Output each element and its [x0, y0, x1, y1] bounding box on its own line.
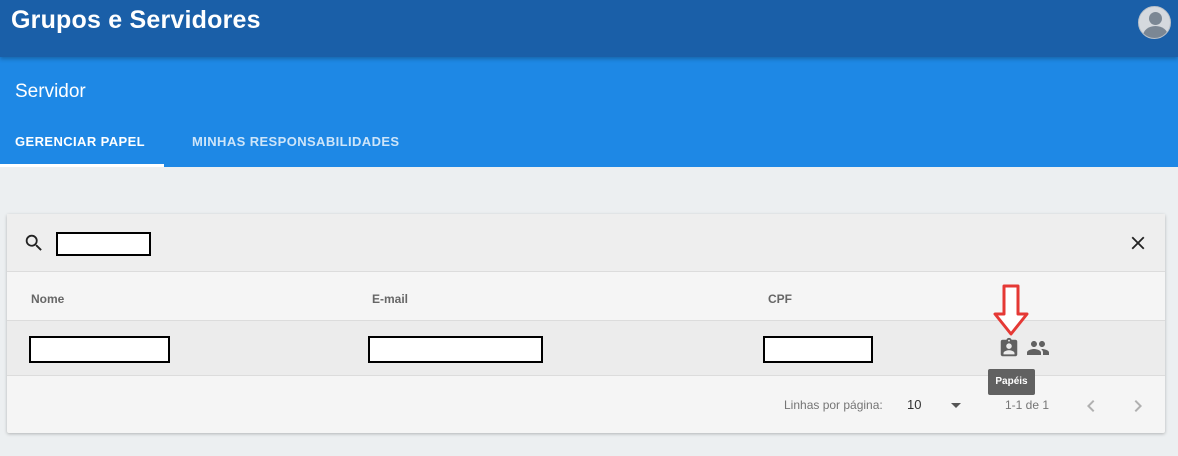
tab-minhas-responsabilidades[interactable]: MINHAS RESPONSABILIDADES [192, 134, 400, 149]
rows-per-page-value: 10 [907, 397, 922, 412]
page-title: Servidor [15, 81, 86, 102]
section-header: Servidor GERENCIAR PAPEL MINHAS RESPONSA… [0, 57, 1178, 167]
search-input[interactable] [56, 232, 151, 256]
servers-table-card: Nome E-mail CPF Papéis Linhas por página… [7, 214, 1165, 433]
active-tab-indicator [0, 164, 164, 167]
tooltip-papeis: Papéis [988, 369, 1035, 395]
cell-nome [29, 336, 170, 363]
column-header-nome[interactable]: Nome [31, 292, 64, 306]
column-header-cpf[interactable]: CPF [768, 292, 792, 306]
cell-email [368, 336, 543, 363]
avatar[interactable] [1138, 6, 1171, 39]
avatar-head [1149, 12, 1162, 25]
tab-gerenciar-papel[interactable]: GERENCIAR PAPEL [15, 134, 145, 149]
avatar-body [1143, 26, 1168, 38]
chevron-right-icon[interactable] [1126, 394, 1150, 418]
annotation-arrow-icon [993, 284, 1029, 336]
chevron-down-icon [951, 403, 961, 408]
column-header-email[interactable]: E-mail [372, 292, 408, 306]
people-icon[interactable] [1025, 336, 1051, 360]
app-title: Grupos e Servidores [11, 6, 261, 34]
cell-cpf [763, 336, 873, 363]
table-header: Nome E-mail CPF [7, 272, 1165, 321]
pagination-range: 1-1 de 1 [1005, 398, 1050, 412]
rows-per-page-label: Linhas por página: [784, 398, 883, 412]
table-row[interactable] [7, 321, 1165, 376]
app-bar: Grupos e Servidores [0, 0, 1178, 57]
search-icon [25, 234, 42, 251]
close-icon[interactable] [1127, 232, 1149, 254]
search-bar [7, 214, 1165, 272]
assignment-ind-icon[interactable] [998, 337, 1020, 359]
chevron-left-icon[interactable] [1079, 394, 1103, 418]
